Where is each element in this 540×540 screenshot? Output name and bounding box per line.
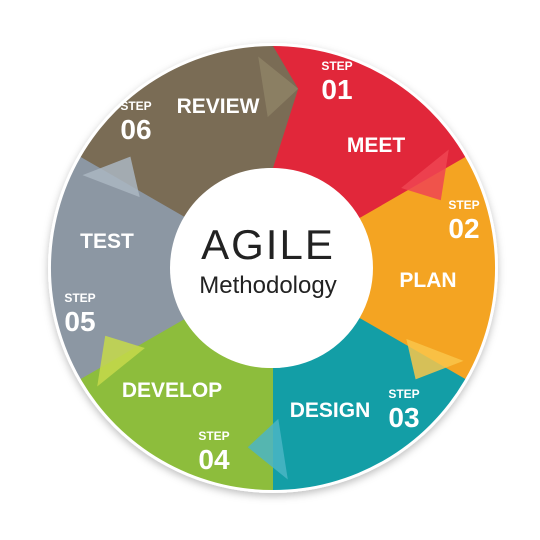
step-word-04: STEP bbox=[198, 429, 229, 443]
step-label-review: REVIEW bbox=[177, 95, 260, 118]
agile-cycle-diagram: MEET STEP 01 PLAN STEP 02 DESIGN STEP 03 DEVELOP S… bbox=[0, 0, 540, 540]
center-circle bbox=[170, 168, 370, 368]
center-subtitle: Methodology bbox=[199, 272, 336, 299]
step-number-05: 05 bbox=[64, 306, 95, 337]
step-label-design: DESIGN bbox=[290, 399, 371, 422]
step-word-05: STEP bbox=[64, 291, 95, 305]
step-label-meet: MEET bbox=[347, 134, 406, 157]
step-number-02: 02 bbox=[448, 213, 479, 244]
step-number-03: 03 bbox=[388, 402, 419, 433]
step-label-test: TEST bbox=[80, 230, 134, 253]
step-word-03: STEP bbox=[388, 387, 419, 401]
step-word-02: STEP bbox=[448, 198, 479, 212]
step-number-01: 01 bbox=[321, 74, 352, 105]
step-number-06: 06 bbox=[120, 114, 151, 145]
cycle-svg: MEETSTEP01PLANSTEP02DESIGNSTEP03DEVELOPS… bbox=[48, 43, 498, 493]
center-title: AGILE bbox=[201, 221, 335, 268]
step-label-plan: PLAN bbox=[399, 269, 456, 292]
step-word-01: STEP bbox=[321, 59, 352, 73]
step-label-develop: DEVELOP bbox=[122, 379, 222, 402]
step-number-04: 04 bbox=[198, 444, 230, 475]
step-word-06: STEP bbox=[120, 99, 151, 113]
